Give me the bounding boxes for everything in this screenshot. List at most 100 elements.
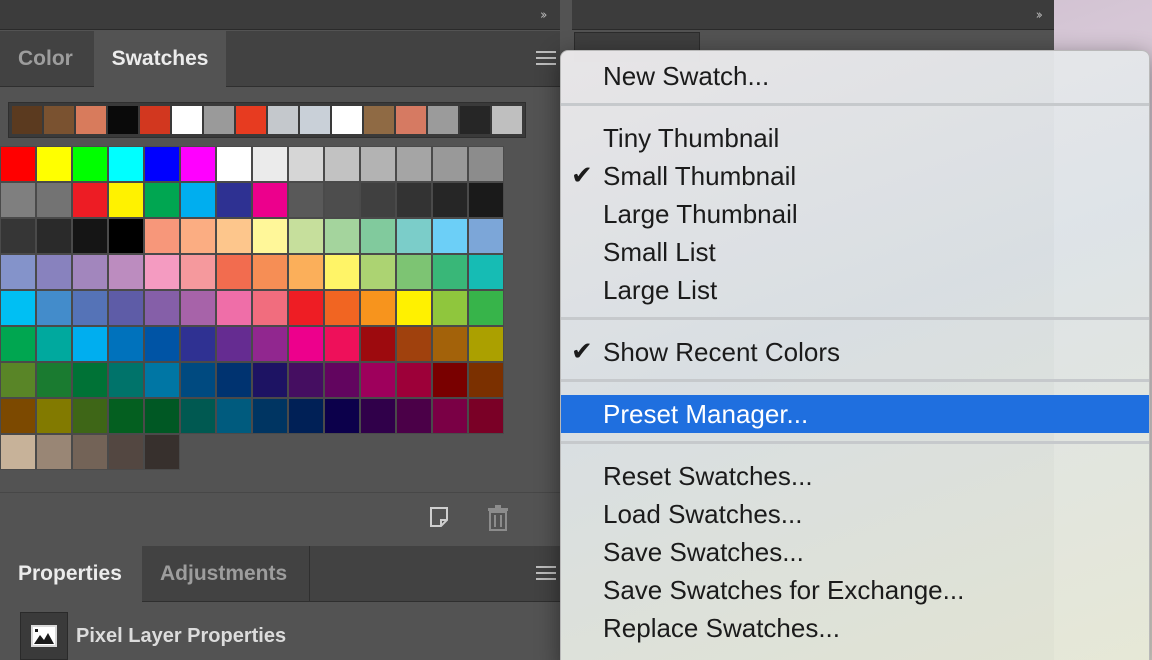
color-swatch[interactable]: [288, 326, 324, 362]
recent-color-swatch[interactable]: [171, 105, 203, 135]
color-swatch[interactable]: [72, 398, 108, 434]
color-swatch[interactable]: [468, 398, 504, 434]
color-swatch[interactable]: [468, 146, 504, 182]
color-swatch[interactable]: [0, 218, 36, 254]
color-swatch[interactable]: [144, 290, 180, 326]
color-swatch[interactable]: [36, 218, 72, 254]
color-swatch[interactable]: [0, 362, 36, 398]
color-swatch[interactable]: [252, 146, 288, 182]
color-swatch[interactable]: [252, 398, 288, 434]
tab-adjustments[interactable]: Adjustments: [142, 546, 310, 602]
right-dock-collapse-bar[interactable]: ››: [572, 0, 1054, 30]
color-swatch[interactable]: [72, 326, 108, 362]
recent-color-swatch[interactable]: [459, 105, 491, 135]
panel-menu-icon[interactable]: [536, 566, 556, 580]
menu-item-load-swatches[interactable]: Load Swatches...: [561, 495, 1149, 533]
color-swatch[interactable]: [216, 290, 252, 326]
color-swatch[interactable]: [108, 290, 144, 326]
color-swatch[interactable]: [36, 398, 72, 434]
color-swatch[interactable]: [0, 146, 36, 182]
color-swatch[interactable]: [432, 146, 468, 182]
color-swatch[interactable]: [360, 182, 396, 218]
color-swatch[interactable]: [144, 182, 180, 218]
color-swatch[interactable]: [0, 398, 36, 434]
color-swatch[interactable]: [468, 218, 504, 254]
menu-item-large-thumbnail[interactable]: Large Thumbnail: [561, 195, 1149, 233]
color-swatch[interactable]: [180, 182, 216, 218]
color-swatch[interactable]: [468, 254, 504, 290]
color-swatch[interactable]: [360, 146, 396, 182]
color-swatch[interactable]: [288, 398, 324, 434]
color-swatch[interactable]: [288, 362, 324, 398]
color-swatch[interactable]: [432, 182, 468, 218]
expand-panels-icon[interactable]: ››: [540, 8, 548, 23]
color-swatch[interactable]: [72, 218, 108, 254]
color-swatch[interactable]: [468, 326, 504, 362]
recent-color-swatch[interactable]: [427, 105, 459, 135]
color-swatch[interactable]: [144, 434, 180, 470]
panel-menu-icon[interactable]: [536, 51, 556, 65]
color-swatch[interactable]: [432, 290, 468, 326]
color-swatch[interactable]: [324, 182, 360, 218]
tab-color[interactable]: Color: [0, 31, 91, 87]
menu-item-small-thumbnail[interactable]: ✔ Small Thumbnail: [561, 157, 1149, 195]
color-swatch[interactable]: [72, 254, 108, 290]
color-swatch[interactable]: [144, 218, 180, 254]
color-swatch[interactable]: [396, 254, 432, 290]
menu-item-show-recent-colors[interactable]: ✔ Show Recent Colors: [561, 333, 1149, 371]
recent-color-swatch[interactable]: [363, 105, 395, 135]
recent-color-swatch[interactable]: [491, 105, 523, 135]
new-swatch-icon[interactable]: [428, 505, 452, 534]
color-swatch[interactable]: [396, 182, 432, 218]
color-swatch[interactable]: [0, 290, 36, 326]
color-swatch[interactable]: [36, 290, 72, 326]
color-swatch[interactable]: [144, 326, 180, 362]
color-swatch[interactable]: [432, 398, 468, 434]
color-swatch[interactable]: [72, 434, 108, 470]
color-swatch[interactable]: [72, 362, 108, 398]
color-swatch[interactable]: [324, 398, 360, 434]
color-swatch[interactable]: [216, 218, 252, 254]
color-swatch[interactable]: [360, 290, 396, 326]
color-swatch[interactable]: [288, 182, 324, 218]
color-swatch[interactable]: [288, 146, 324, 182]
color-swatch[interactable]: [360, 218, 396, 254]
color-swatch[interactable]: [0, 434, 36, 470]
color-swatch[interactable]: [36, 326, 72, 362]
menu-item-small-list[interactable]: Small List: [561, 233, 1149, 271]
color-swatch[interactable]: [144, 254, 180, 290]
color-swatch[interactable]: [396, 146, 432, 182]
tab-properties[interactable]: Properties: [0, 546, 142, 602]
color-swatch[interactable]: [216, 146, 252, 182]
color-swatch[interactable]: [432, 362, 468, 398]
color-swatch[interactable]: [216, 254, 252, 290]
color-swatch[interactable]: [144, 398, 180, 434]
color-swatch[interactable]: [36, 254, 72, 290]
color-swatch[interactable]: [396, 290, 432, 326]
color-swatch[interactable]: [252, 218, 288, 254]
color-swatch[interactable]: [396, 326, 432, 362]
color-swatch[interactable]: [252, 362, 288, 398]
color-swatch[interactable]: [468, 182, 504, 218]
color-swatch[interactable]: [216, 326, 252, 362]
menu-item-save-swatches-for-exchange[interactable]: Save Swatches for Exchange...: [561, 571, 1149, 609]
color-swatch[interactable]: [252, 326, 288, 362]
recent-color-swatch[interactable]: [11, 105, 43, 135]
color-swatch[interactable]: [72, 290, 108, 326]
color-swatch[interactable]: [180, 146, 216, 182]
color-swatch[interactable]: [324, 146, 360, 182]
color-swatch[interactable]: [108, 434, 144, 470]
color-swatch[interactable]: [108, 254, 144, 290]
color-swatch[interactable]: [0, 326, 36, 362]
recent-color-swatch[interactable]: [331, 105, 363, 135]
menu-item-new-swatch[interactable]: New Swatch...: [561, 57, 1149, 95]
color-swatch[interactable]: [36, 434, 72, 470]
color-swatch[interactable]: [216, 182, 252, 218]
color-swatch[interactable]: [360, 362, 396, 398]
color-swatch[interactable]: [324, 326, 360, 362]
color-swatch[interactable]: [0, 254, 36, 290]
color-swatch[interactable]: [324, 218, 360, 254]
menu-item-preset-manager[interactable]: Preset Manager...: [561, 395, 1149, 433]
color-swatch[interactable]: [108, 182, 144, 218]
recent-color-swatch[interactable]: [107, 105, 139, 135]
